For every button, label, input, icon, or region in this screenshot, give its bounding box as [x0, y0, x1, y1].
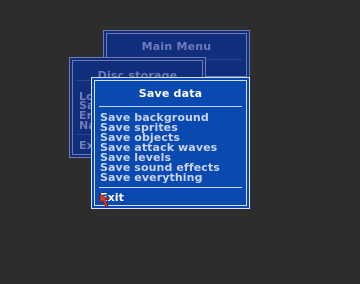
divider	[99, 187, 242, 188]
desktop: Main Menu Disc storage Lo Sa Er Na Ex Sa…	[0, 0, 360, 284]
save-data-frame: Save data Save background Save sprites S…	[91, 77, 250, 209]
arrow-pointer-icon	[99, 193, 110, 208]
menu-item-save-everything[interactable]: Save everything	[100, 172, 203, 183]
main-menu-title: Main Menu	[141, 40, 212, 53]
divider	[99, 106, 242, 107]
save-data-title: Save data	[138, 87, 203, 100]
save-data-window: Save data Save background Save sprites S…	[91, 77, 250, 209]
